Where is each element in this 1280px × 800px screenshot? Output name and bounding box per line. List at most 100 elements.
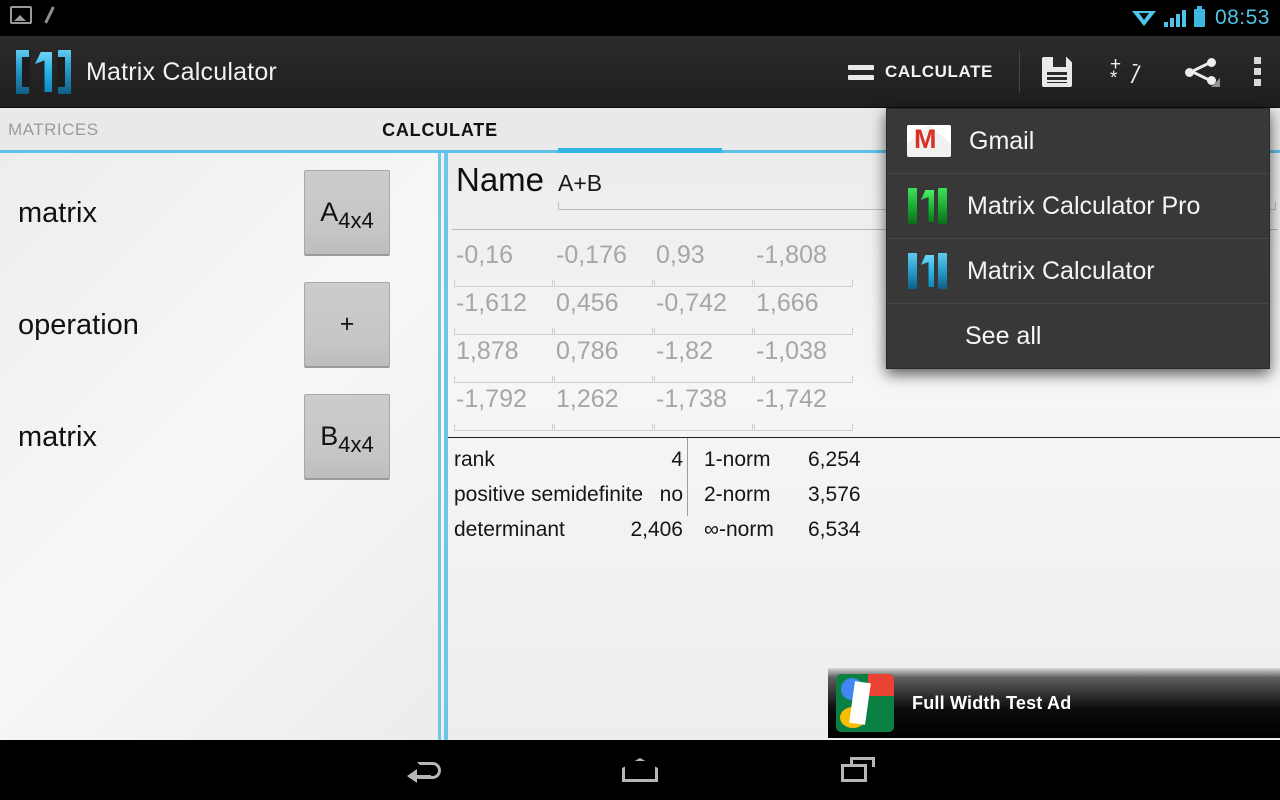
stat-2-norm-label: 2-norm [704, 482, 771, 506]
cellular-signal-icon [1163, 9, 1186, 27]
operation-symbol: + [339, 310, 355, 338]
matrix-a-name: A [320, 197, 339, 227]
status-bar-system-icons[interactable]: 08:53 [1131, 0, 1270, 36]
home-button[interactable] [580, 740, 700, 800]
matrix-cell-1-2[interactable]: -0,742 [654, 287, 753, 335]
row-matrix-b: matrix B 4x4 [0, 381, 438, 493]
stat-inf-norm-value: 6,534 [808, 517, 861, 541]
share-option-see-all[interactable]: See all [887, 304, 1269, 368]
row-label-matrix-b: matrix [18, 420, 97, 453]
stat-positive-semidefinite-value: no [659, 482, 683, 506]
status-bar-clock: 08:53 [1214, 6, 1270, 29]
matrix-b-button[interactable]: B 4x4 [304, 394, 390, 480]
matrix-cell-1-3[interactable]: 1,666 [754, 287, 853, 335]
stat-2-norm-value: 3,576 [808, 482, 861, 506]
equals-icon [847, 64, 874, 80]
google-logo-icon [836, 674, 894, 732]
stat-positive-semidefinite-label: positive semidefinite [454, 482, 644, 506]
status-bar-notifications[interactable] [10, 6, 56, 24]
save-button[interactable] [1024, 36, 1090, 108]
operation-button[interactable]: + [304, 282, 390, 368]
android-screen: 08:53 Matrix Calculator CALCULATE + - * … [0, 0, 1280, 800]
share-option-gmail[interactable]: M Gmail [887, 109, 1269, 174]
wifi-icon [1131, 10, 1156, 27]
share-option-matrix-calculator-pro-label: Matrix Calculator Pro [967, 191, 1201, 220]
share-option-matrix-calculator-pro[interactable]: Matrix Calculator Pro [887, 174, 1269, 239]
stat-determinant: determinant 2,406 [454, 512, 683, 547]
stat-1-norm: 1-norm 6,254 [704, 442, 861, 477]
matrix-cell-2-0[interactable]: 1,878 [454, 335, 553, 383]
battery-icon [1193, 6, 1205, 27]
name-label: Name [456, 161, 545, 198]
share-button[interactable] [1166, 36, 1236, 108]
matrix-a-button[interactable]: A 4x4 [304, 170, 390, 256]
matrix-calculator-pro-icon [907, 188, 949, 224]
stat-1-norm-label: 1-norm [704, 447, 771, 471]
share-icon [1184, 57, 1220, 87]
matrix-cell-0-1[interactable]: -0,176 [554, 239, 653, 287]
matrix-cell-2-3[interactable]: -1,038 [754, 335, 853, 383]
share-dropdown-menu: M Gmail Matrix Calculator Pro Matrix Cal… [886, 108, 1270, 369]
matrix-b-size: 4x4 [338, 432, 374, 457]
share-option-see-all-label: See all [965, 321, 1042, 350]
matrix-cell-2-1[interactable]: 0,786 [554, 335, 653, 383]
recents-icon [841, 757, 875, 783]
row-label-operation: operation [18, 308, 139, 341]
share-option-gmail-label: Gmail [969, 126, 1035, 155]
app-logo-icon[interactable] [14, 48, 78, 96]
row-matrix-a: matrix A 4x4 [0, 157, 438, 269]
back-button[interactable] [364, 740, 484, 800]
matrix-cell-3-2[interactable]: -1,738 [654, 383, 753, 431]
stat-inf-norm-label: ∞-norm [704, 517, 774, 541]
matrix-statistics: rank 4 positive semidefinite no determin… [448, 438, 1280, 541]
operations-icon: + - * / [1108, 55, 1148, 89]
overflow-menu-button[interactable] [1236, 36, 1280, 108]
matrices-pane: matrix A 4x4 operation + matrix B 4x4 [0, 153, 441, 740]
ad-banner-text: Full Width Test Ad [912, 692, 1072, 713]
matrix-cell-0-3[interactable]: -1,808 [754, 239, 853, 287]
matrix-cell-0-0[interactable]: -0,16 [454, 239, 553, 287]
share-option-matrix-calculator[interactable]: Matrix Calculator [887, 239, 1269, 304]
navigation-bar [0, 740, 1280, 800]
overflow-menu-icon [1254, 57, 1262, 87]
tab-calculate[interactable]: CALCULATE [0, 108, 880, 152]
matrix-a-size: 4x4 [338, 208, 374, 233]
stat-determinant-value: 2,406 [630, 517, 683, 541]
home-icon [622, 758, 658, 782]
row-operation: operation + [0, 269, 438, 381]
action-bar: Matrix Calculator CALCULATE + - * / [0, 36, 1280, 108]
matrix-cell-0-2[interactable]: 0,93 [654, 239, 753, 287]
stat-inf-norm: ∞-norm 6,534 [704, 512, 861, 547]
back-icon [407, 757, 441, 783]
matrix-cell-3-0[interactable]: -1,792 [454, 383, 553, 431]
matrix-calculator-icon [907, 253, 949, 289]
matrix-cell-3-1[interactable]: 1,262 [554, 383, 653, 431]
ad-banner[interactable]: Full Width Test Ad [828, 668, 1280, 738]
matrix-cell-2-2[interactable]: -1,82 [654, 335, 753, 383]
share-option-matrix-calculator-label: Matrix Calculator [967, 256, 1155, 285]
stat-rank: rank 4 [454, 442, 683, 477]
stats-column-right: 1-norm 6,254 2-norm 3,576 ∞-norm 6,534 [687, 438, 861, 541]
stat-1-norm-value: 6,254 [808, 447, 861, 471]
stat-determinant-label: determinant [454, 517, 565, 541]
stat-2-norm: 2-norm 3,576 [704, 477, 861, 512]
matrix-cell-1-1[interactable]: 0,456 [554, 287, 653, 335]
calculate-button[interactable]: CALCULATE [830, 36, 1015, 108]
save-floppy-icon [1042, 57, 1072, 87]
matrix-cell-3-3[interactable]: -1,742 [754, 383, 853, 431]
screenshot-icon [10, 6, 32, 24]
stat-positive-semidefinite: positive semidefinite no [454, 477, 683, 512]
recents-button[interactable] [798, 740, 918, 800]
action-bar-divider [1019, 51, 1020, 93]
app-title: Matrix Calculator [86, 57, 277, 86]
matrix-b-name: B [320, 421, 339, 451]
operations-button[interactable]: + - * / [1090, 36, 1166, 108]
matrix-cell-1-0[interactable]: -1,612 [454, 287, 553, 335]
gmail-icon: M [907, 125, 951, 157]
action-bar-buttons: CALCULATE + - * / [830, 36, 1280, 108]
stat-rank-value: 4 [671, 447, 683, 471]
times-glyph: * [1110, 68, 1118, 89]
dropdown-caret-icon [1211, 78, 1220, 87]
calculate-button-label: CALCULATE [884, 62, 993, 81]
stat-rank-label: rank [454, 447, 495, 471]
